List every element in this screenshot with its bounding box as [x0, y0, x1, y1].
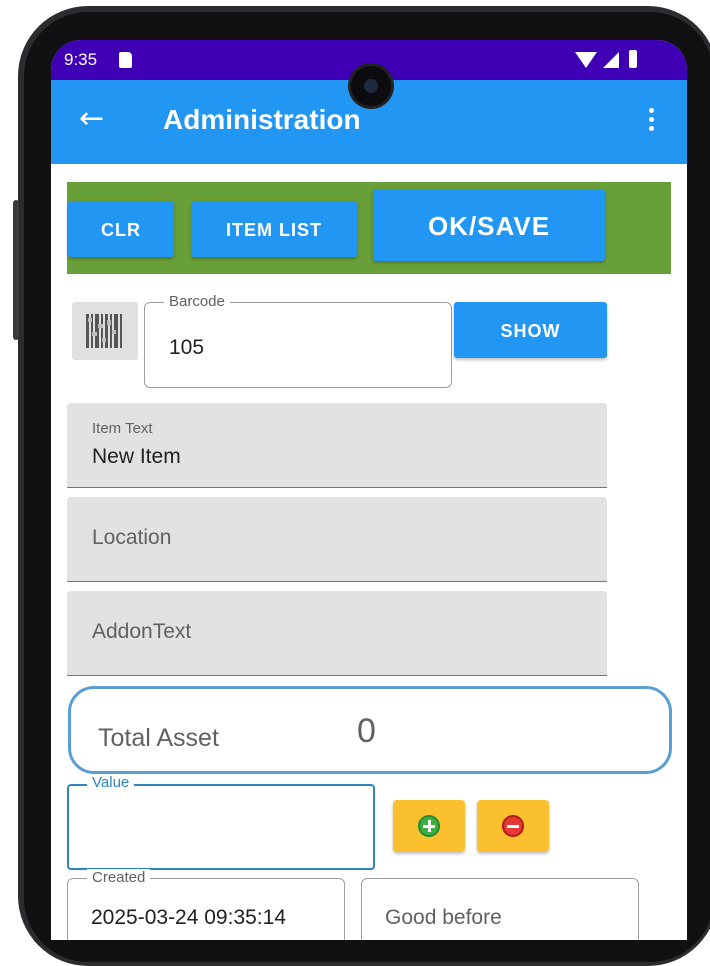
status-time: 9:35 [64, 50, 98, 69]
app-screen: 9:35 ← Administration CLR ITEM LIST OK/S… [51, 40, 687, 940]
more-vert-icon[interactable] [649, 108, 655, 135]
barcode-scan-button[interactable] [72, 302, 138, 360]
addon-text-field[interactable]: AddonText [67, 591, 607, 676]
value-label: Value [87, 774, 135, 791]
ok-save-button[interactable]: OK/SAVE [373, 189, 605, 261]
plus-circle-icon [418, 815, 440, 837]
item-text-input[interactable]: New Item [92, 445, 181, 469]
barcode-input[interactable]: 105 [169, 336, 204, 360]
wifi-icon [575, 52, 597, 68]
barcode-label: Barcode [164, 293, 230, 310]
item-text-field[interactable]: Item Text New Item [67, 403, 607, 488]
clr-button[interactable]: CLR [68, 201, 174, 257]
total-asset-value: 0 [357, 712, 376, 750]
good-before-placeholder: Good before [385, 906, 502, 929]
minus-circle-icon [502, 815, 524, 837]
increment-button[interactable] [393, 800, 465, 852]
location-placeholder: Location [92, 526, 172, 549]
signal-icon [603, 52, 619, 68]
addon-text-placeholder: AddonText [92, 620, 192, 643]
value-field[interactable] [67, 784, 375, 870]
decrement-button[interactable] [477, 800, 549, 852]
phone-side-button [13, 200, 19, 340]
created-input[interactable]: 2025-03-24 09:35:14 [91, 906, 286, 930]
battery-icon [629, 50, 637, 68]
total-asset-label: Total Asset [98, 724, 219, 752]
location-field[interactable]: Location [67, 497, 607, 582]
show-button[interactable]: SHOW [454, 302, 607, 358]
created-label: Created [87, 869, 151, 886]
item-text-label: Item Text [92, 420, 153, 437]
page-title: Administration [163, 104, 361, 135]
camera-lens [364, 79, 378, 93]
sd-card-icon [119, 52, 132, 68]
arrow-left-icon[interactable]: ← [79, 104, 104, 134]
barcode-icon [86, 314, 122, 348]
item-list-button[interactable]: ITEM LIST [191, 201, 357, 257]
